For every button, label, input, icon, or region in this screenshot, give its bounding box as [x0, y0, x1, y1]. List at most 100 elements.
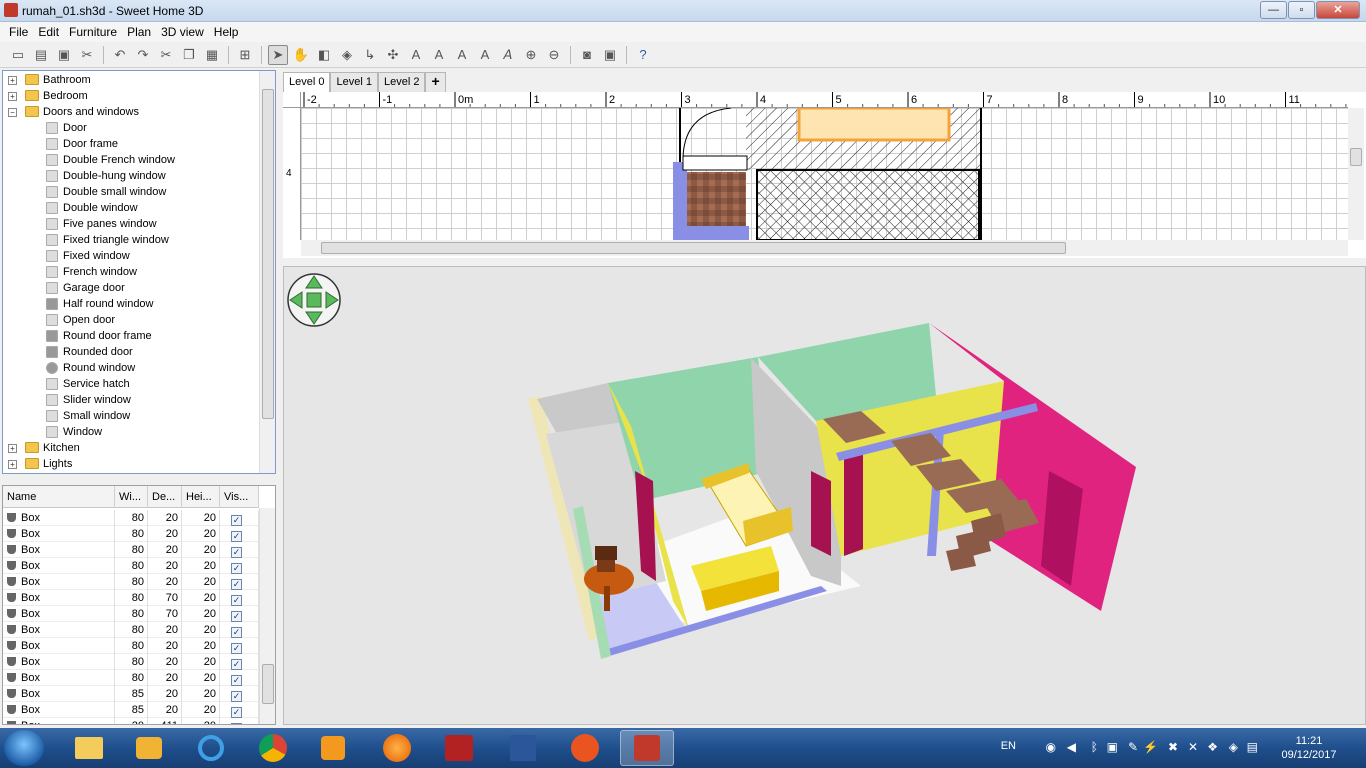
catalog-scrollbar[interactable]	[259, 71, 275, 473]
tray-app-icon[interactable]: ⚡	[1143, 740, 1158, 754]
visible-checkbox[interactable]: ✓	[231, 707, 242, 718]
minimize-button[interactable]: —	[1260, 1, 1287, 19]
menu-plan[interactable]: Plan	[122, 25, 156, 39]
visible-checkbox[interactable]: ✓	[231, 547, 242, 558]
explorer-icon[interactable]	[62, 730, 116, 766]
visible-checkbox[interactable]: ✓	[231, 595, 242, 606]
text-style-icon[interactable]: A	[429, 45, 449, 65]
table-row[interactable]: Box 80 20 20 ✓	[3, 526, 259, 542]
column-visible[interactable]: Vis...	[220, 486, 259, 508]
view-splitter[interactable]	[277, 258, 1366, 266]
column-height[interactable]: Hei...	[182, 486, 220, 508]
table-row[interactable]: Box 80 20 20 ✓	[3, 510, 259, 526]
tray-app-icon[interactable]: ✖	[1168, 740, 1178, 754]
visible-checkbox[interactable]: ✓	[231, 563, 242, 574]
table-row[interactable]: Box 80 20 20 ✓	[3, 574, 259, 590]
table-row[interactable]: Box 85 20 20 ✓	[3, 702, 259, 718]
add-level-button[interactable]: +	[425, 72, 446, 92]
cell-visible[interactable]: ✓	[220, 590, 259, 606]
door-maroon-2[interactable]	[844, 449, 863, 556]
table-row[interactable]: Box 80 20 20 ✓	[3, 542, 259, 558]
table-row[interactable]: Box 85 20 20 ✓	[3, 686, 259, 702]
expand-icon[interactable]: +	[8, 76, 17, 85]
cell-visible[interactable]: ✓	[220, 702, 259, 718]
zoom-out-icon[interactable]: ⊖	[544, 45, 564, 65]
visible-checkbox[interactable]: ✓	[231, 579, 242, 590]
decrease-text-icon[interactable]: A	[475, 45, 495, 65]
table-row[interactable]: Box 80 20 20 ✓	[3, 638, 259, 654]
scrollbar-thumb[interactable]	[1350, 148, 1362, 166]
ie-icon[interactable]	[184, 730, 238, 766]
outlook-icon[interactable]	[122, 730, 176, 766]
media-player-icon[interactable]	[306, 730, 360, 766]
volume-icon[interactable]: ◀	[1067, 740, 1076, 754]
expand-icon[interactable]: +	[8, 92, 17, 101]
italic-icon[interactable]: 𝘈	[498, 45, 518, 65]
column-width[interactable]: Wi...	[115, 486, 148, 508]
visible-checkbox[interactable]: ✓	[231, 531, 242, 542]
word-icon[interactable]	[496, 730, 550, 766]
table-row[interactable]: Box 80 20 20 ✓	[3, 622, 259, 638]
visible-checkbox[interactable]: ✓	[231, 627, 242, 638]
new-icon[interactable]: ▭	[8, 45, 28, 65]
table-row[interactable]: Box 80 20 20 ✓	[3, 654, 259, 670]
redo-icon[interactable]: ↷	[133, 45, 153, 65]
table-row[interactable]: Box 80 20 20 ✓	[3, 670, 259, 686]
visible-checkbox[interactable]: ✓	[231, 675, 242, 686]
visible-checkbox[interactable]: ✓	[231, 643, 242, 654]
cell-visible[interactable]: ✓	[220, 558, 259, 574]
add-furniture-icon[interactable]: ⊞	[235, 45, 255, 65]
maximize-button[interactable]: ▫	[1288, 1, 1315, 19]
paste-icon[interactable]: ▦	[202, 45, 222, 65]
add-text-icon[interactable]: A	[406, 45, 426, 65]
create-polylines-icon[interactable]: ↳	[360, 45, 380, 65]
navigation-arrows-icon[interactable]	[287, 273, 341, 327]
create-walls-icon[interactable]: ◧	[314, 45, 334, 65]
tab-level-0[interactable]: Level 0	[283, 72, 331, 92]
tray-app-icon[interactable]: ✕	[1188, 740, 1198, 754]
collapse-icon[interactable]: −	[8, 108, 17, 117]
preferences-icon[interactable]: ✂	[77, 45, 97, 65]
chrome-icon[interactable]	[246, 730, 300, 766]
scrollbar-thumb[interactable]	[321, 242, 1066, 254]
tray-app-icon[interactable]: ▤	[1247, 740, 1258, 754]
tab-level-1[interactable]: Level 1	[330, 72, 378, 92]
increase-text-icon[interactable]: A	[452, 45, 472, 65]
plan-horizontal-scrollbar[interactable]	[301, 240, 1348, 256]
expand-icon[interactable]: +	[8, 444, 17, 453]
close-button[interactable]: ✕	[1316, 1, 1360, 19]
bed-furniture[interactable]	[797, 108, 951, 142]
menu-file[interactable]: File	[4, 25, 33, 39]
cell-visible[interactable]: ✓	[220, 542, 259, 558]
cut-icon[interactable]: ✂	[156, 45, 176, 65]
plan-canvas[interactable]	[301, 108, 1348, 240]
create-photo-icon[interactable]: ◙	[577, 45, 597, 65]
scrollbar-thumb[interactable]	[262, 89, 274, 419]
undo-icon[interactable]: ↶	[110, 45, 130, 65]
cell-visible[interactable]: ✓	[220, 526, 259, 542]
cell-visible[interactable]: ✓	[220, 622, 259, 638]
firefox-icon[interactable]	[370, 730, 424, 766]
ubuntu-icon[interactable]	[558, 730, 612, 766]
visible-checkbox[interactable]: ✓	[231, 515, 242, 526]
cell-visible[interactable]: ✓	[220, 638, 259, 654]
cell-visible[interactable]: ✓	[220, 718, 259, 724]
3d-view[interactable]	[283, 266, 1366, 725]
create-dimensions-icon[interactable]: ✣	[383, 45, 403, 65]
filezilla-icon[interactable]	[432, 730, 486, 766]
zoom-in-icon[interactable]: ⊕	[521, 45, 541, 65]
open-icon[interactable]: ▤	[31, 45, 51, 65]
help-icon[interactable]: ?	[633, 45, 653, 65]
visible-checkbox[interactable]: ✓	[231, 723, 242, 724]
table-scrollbar[interactable]	[259, 508, 275, 724]
language-indicator[interactable]: EN	[1001, 740, 1016, 752]
network-icon[interactable]: ◉	[1046, 740, 1056, 754]
save-icon[interactable]: ▣	[54, 45, 74, 65]
door-maroon[interactable]	[811, 471, 831, 556]
menu-furniture[interactable]: Furniture	[64, 25, 122, 39]
door-frame[interactable]	[682, 155, 748, 171]
menu-help[interactable]: Help	[209, 25, 244, 39]
cell-visible[interactable]: ✓	[220, 574, 259, 590]
column-name[interactable]: Name	[3, 486, 115, 508]
tray-app-icon[interactable]: ▣	[1107, 740, 1118, 754]
